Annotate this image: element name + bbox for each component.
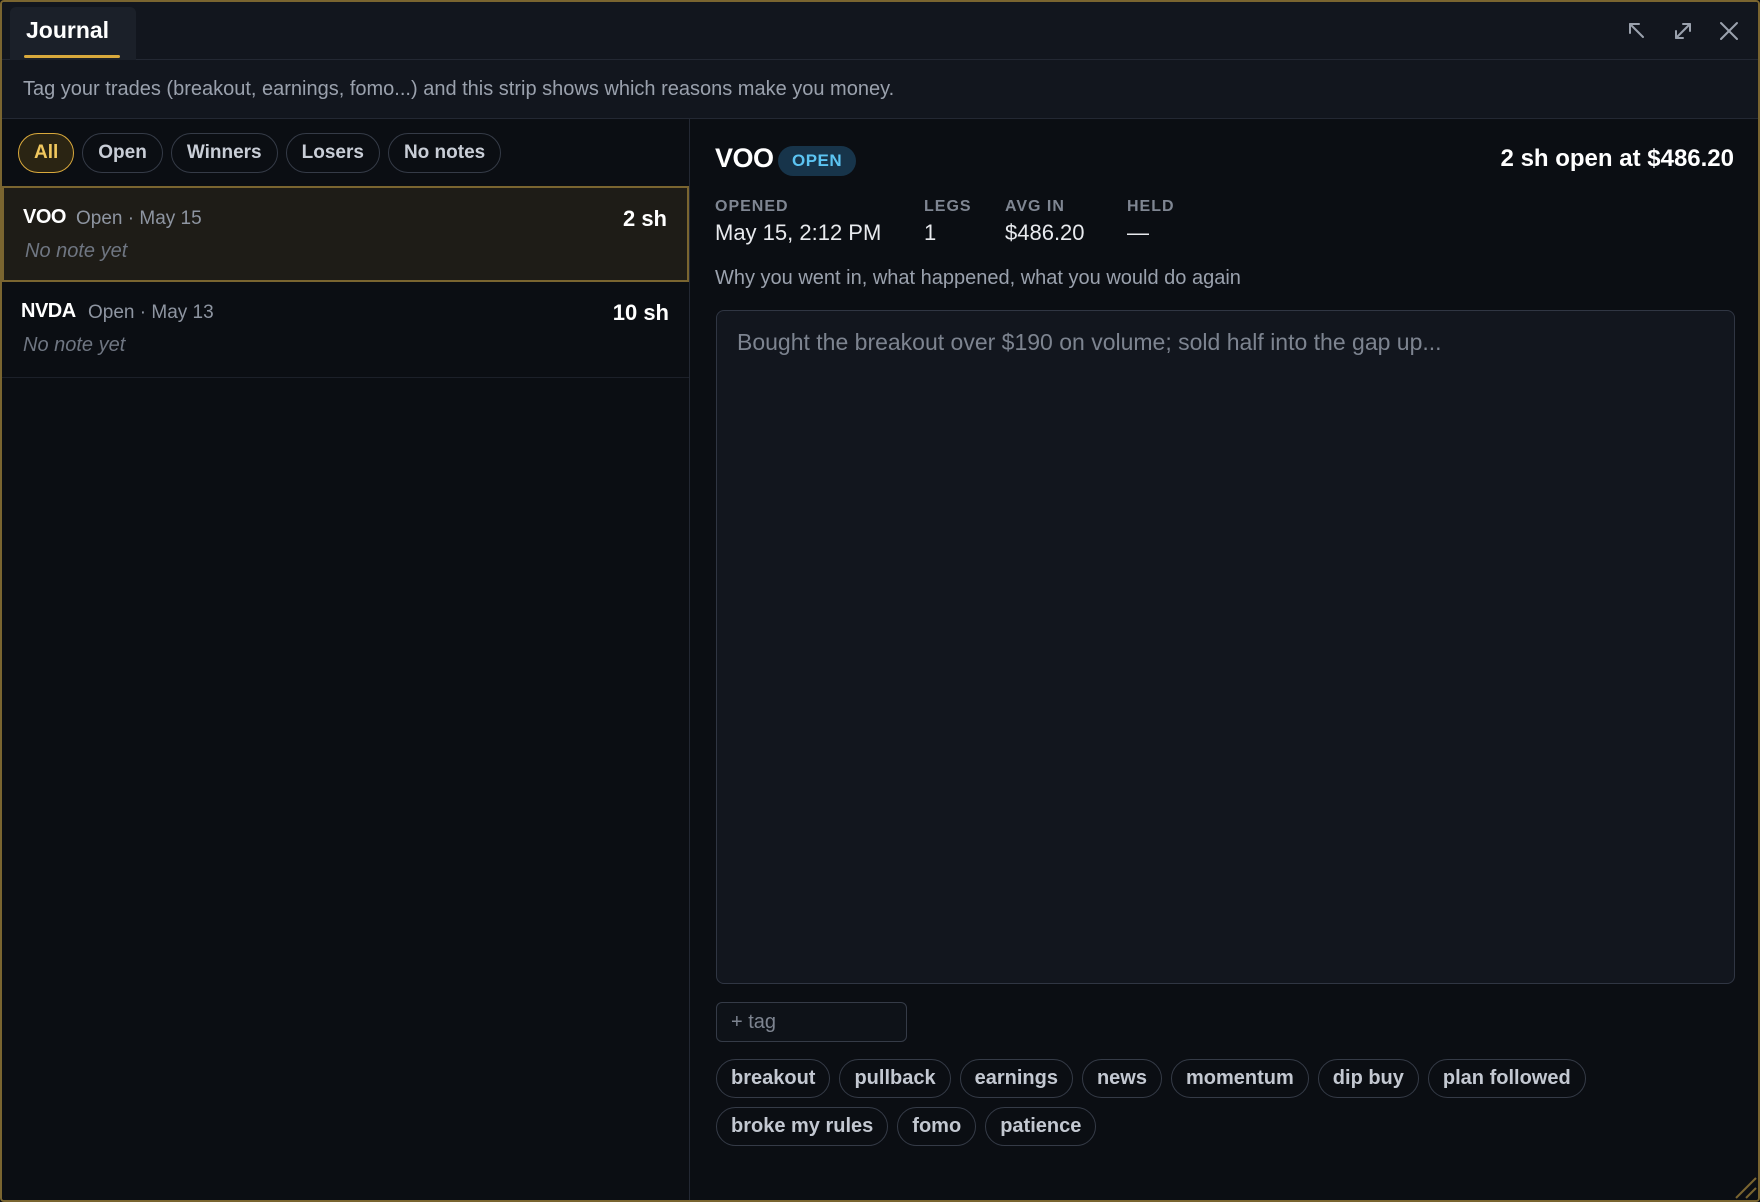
trade-quantity: 10 sh	[612, 300, 669, 325]
stat-legs: LEGS 1	[924, 198, 972, 246]
tag-momentum[interactable]: momentum	[1171, 1059, 1309, 1098]
trade-row-nvda[interactable]: NVDA Open · May 13 10 sh No note yet	[2, 282, 689, 378]
status-badge: OPEN	[778, 146, 857, 176]
stat-label: LEGS	[924, 198, 972, 215]
stat-label: AVG IN	[1005, 198, 1065, 215]
window-header: Journal	[2, 2, 1758, 60]
trade-symbol: VOO	[23, 206, 66, 228]
stat-value: 1	[924, 220, 937, 245]
filter-chips: All Open Winners Losers No notes	[18, 133, 502, 173]
trade-meta: Open · May 15	[76, 208, 202, 229]
filter-losers[interactable]: Losers	[285, 133, 380, 173]
trade-symbol: NVDA	[21, 300, 76, 322]
trade-list: VOO Open · May 15 2 sh No note yet NVDA …	[2, 186, 689, 378]
trade-meta: Open · May 13	[88, 302, 214, 323]
close-icon[interactable]	[1714, 16, 1744, 46]
pop-out-icon[interactable]	[1622, 16, 1652, 46]
stat-label: OPENED	[715, 198, 789, 215]
expand-icon[interactable]	[1668, 16, 1698, 46]
tag-fomo[interactable]: fomo	[897, 1107, 977, 1146]
tag-news[interactable]: news	[1081, 1059, 1162, 1098]
tag-patience[interactable]: patience	[985, 1107, 1097, 1146]
filter-all[interactable]: All	[18, 133, 75, 173]
stat-held: HELD —	[1127, 198, 1175, 246]
tag-broke-my-rules[interactable]: broke my rules	[716, 1107, 889, 1146]
journal-window: Journal Tag your trades (breakout, earni…	[0, 0, 1760, 1202]
trade-detail-panel: VOO OPEN 2 sh open at $486.20 OPENED May…	[691, 119, 1758, 1200]
tab-active-indicator	[24, 55, 120, 58]
filter-winners[interactable]: Winners	[170, 133, 278, 173]
trade-note-textarea[interactable]	[716, 310, 1735, 984]
tag-plan-followed[interactable]: plan followed	[1427, 1059, 1586, 1098]
stat-avg-in: AVG IN $486.20	[1005, 198, 1085, 246]
stat-value: May 15, 2:12 PM	[715, 220, 882, 245]
filter-open[interactable]: Open	[82, 133, 163, 173]
tag-breakout[interactable]: breakout	[716, 1059, 831, 1098]
tag-dip-buy[interactable]: dip buy	[1317, 1059, 1419, 1098]
trade-list-panel: All Open Winners Losers No notes VOO Ope…	[2, 119, 690, 1200]
resize-grip-icon[interactable]	[1728, 1170, 1758, 1200]
stat-opened: OPENED May 15, 2:12 PM	[715, 198, 881, 246]
trade-quantity: 2 sh	[622, 206, 667, 231]
stat-value: $486.20	[1005, 220, 1085, 245]
tag-pullback[interactable]: pullback	[839, 1059, 951, 1098]
position-summary: 2 sh open at $486.20	[1500, 145, 1734, 172]
tag-input[interactable]	[716, 1002, 907, 1042]
trade-note-preview: No note yet	[23, 334, 126, 356]
tag-suggestions-row-2: broke my rules fomo patience	[716, 1107, 1097, 1146]
detail-symbol: VOO	[715, 143, 774, 173]
tag-suggestions-row-1: breakout pullback earnings news momentum…	[716, 1059, 1586, 1098]
tag-earnings[interactable]: earnings	[959, 1059, 1073, 1098]
tag-performance-strip: Tag your trades (breakout, earnings, fom…	[2, 60, 1758, 119]
note-prompt: Why you went in, what happened, what you…	[715, 267, 1241, 289]
stat-label: HELD	[1127, 198, 1175, 215]
trade-note-preview: No note yet	[25, 240, 128, 262]
tab-label: Journal	[26, 17, 110, 43]
tab-journal[interactable]: Journal	[10, 7, 136, 60]
filter-no-notes[interactable]: No notes	[387, 133, 502, 173]
stat-value: —	[1127, 220, 1149, 245]
trade-row-voo[interactable]: VOO Open · May 15 2 sh No note yet	[2, 186, 689, 282]
